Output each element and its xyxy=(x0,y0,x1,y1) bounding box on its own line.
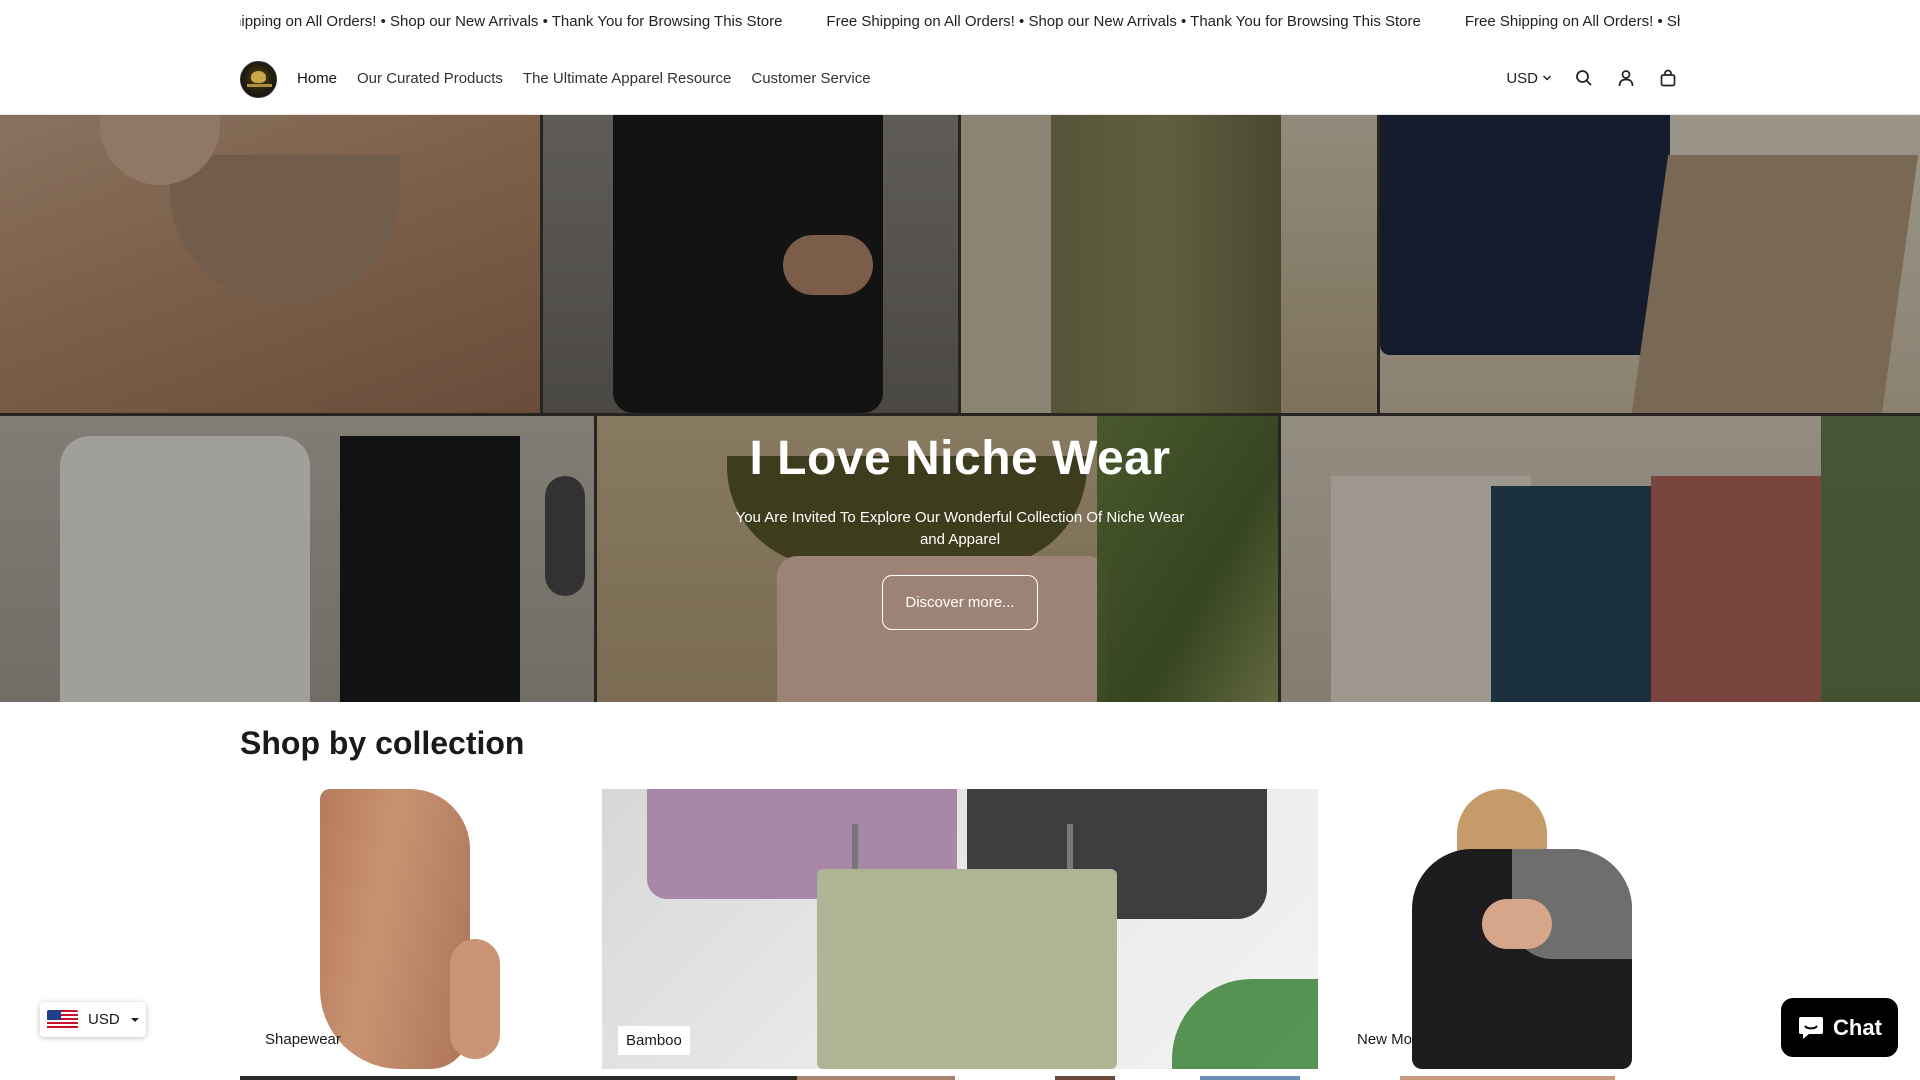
chat-bubble-icon xyxy=(1799,1016,1824,1039)
nav-item-apparel-resource[interactable]: The Ultimate Apparel Resource xyxy=(523,70,731,87)
discover-more-button[interactable]: Discover more... xyxy=(882,575,1038,630)
next-row-strip xyxy=(1200,1076,1300,1080)
nav-item-home[interactable]: Home xyxy=(297,70,337,87)
announcement-track: Free Shipping on All Orders! • Shop our … xyxy=(240,13,1680,30)
announcement-item: Free Shipping on All Orders! • Shop our … xyxy=(826,13,1421,30)
next-row-strip xyxy=(240,1076,797,1080)
next-row-strip xyxy=(1055,1076,1115,1080)
collection-card-shapewear[interactable]: Shapewear xyxy=(240,789,595,1069)
chat-label: Chat xyxy=(1833,1014,1882,1040)
nav-item-customer-service[interactable]: Customer Service xyxy=(751,70,870,87)
logo-emblem-icon xyxy=(251,71,266,83)
collection-card-new-moms[interactable]: New Moms xyxy=(1332,789,1687,1069)
collection-label-new-moms: New Moms xyxy=(1357,1031,1433,1048)
announcement-item: Free Shipping on All Orders! • Shop our … xyxy=(240,13,783,30)
cart-icon[interactable] xyxy=(1658,68,1678,88)
hero-content: I Love Niche Wear You Are Invited To Exp… xyxy=(0,115,1920,702)
bamboo-image xyxy=(602,789,1318,1069)
chat-button[interactable]: Chat xyxy=(1781,998,1898,1057)
currency-widget-label: USD xyxy=(88,1011,120,1028)
next-row-strip xyxy=(1400,1076,1615,1080)
next-row-strip xyxy=(797,1076,955,1080)
hero-subtitle: You Are Invited To Explore Our Wonderful… xyxy=(735,509,1185,548)
nav-item-curated-products[interactable]: Our Curated Products xyxy=(357,70,503,87)
account-icon[interactable] xyxy=(1616,68,1636,88)
currency-selector[interactable]: USD xyxy=(1506,70,1552,87)
store-logo[interactable] xyxy=(240,61,277,98)
collection-label-bamboo: Bamboo xyxy=(618,1026,690,1055)
hero-banner: I Love Niche Wear You Are Invited To Exp… xyxy=(0,115,1920,702)
header-actions: USD xyxy=(1506,68,1678,88)
collection-card-bamboo[interactable]: Bamboo xyxy=(602,789,1318,1069)
caret-down-icon xyxy=(130,1017,139,1022)
hero-title: I Love Niche Wear xyxy=(749,432,1171,485)
us-flag-icon xyxy=(47,1009,78,1030)
announcement-bar: Free Shipping on All Orders! • Shop our … xyxy=(240,0,1680,44)
search-icon[interactable] xyxy=(1574,68,1594,88)
logo-wordmark-icon xyxy=(247,84,272,87)
collection-label-shapewear: Shapewear xyxy=(265,1031,341,1048)
currency-widget[interactable]: USD xyxy=(40,1002,146,1037)
site-header: Home Our Curated Products The Ultimate A… xyxy=(0,44,1920,115)
main-nav: Home Our Curated Products The Ultimate A… xyxy=(297,70,871,87)
collections-heading: Shop by collection xyxy=(240,725,525,761)
currency-label: USD xyxy=(1506,69,1538,87)
chevron-down-icon xyxy=(1542,75,1552,81)
announcement-item: Free Shipping on All Orders! • Shop our … xyxy=(1464,13,1680,30)
